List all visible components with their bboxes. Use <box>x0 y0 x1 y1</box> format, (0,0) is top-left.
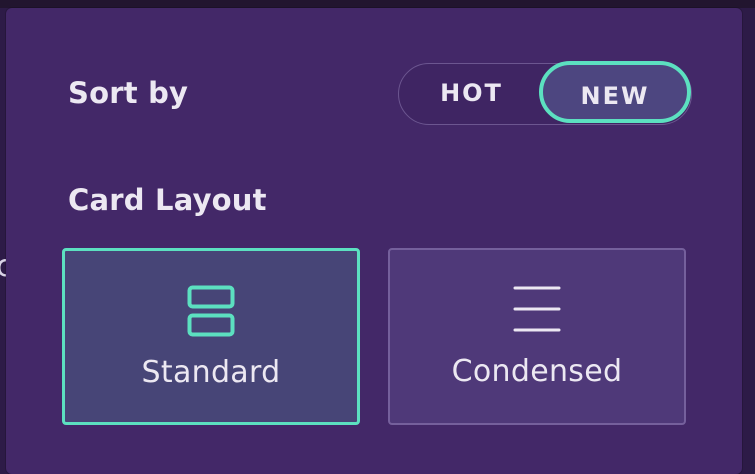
layout-standard-card[interactable]: Standard <box>62 248 360 425</box>
layout-condensed-card[interactable]: Condensed <box>388 248 686 425</box>
popover-caret <box>649 8 671 17</box>
sort-new-option[interactable]: NEW <box>539 61 691 123</box>
condensed-layout-icon <box>513 284 561 340</box>
standard-layout-icon <box>187 285 235 341</box>
sort-toggle: HOT NEW <box>398 61 692 125</box>
sort-hot-option[interactable]: HOT <box>399 64 544 123</box>
layout-standard-label: Standard <box>141 355 281 390</box>
layout-condensed-label: Condensed <box>451 354 623 389</box>
card-layout-label: Card Layout <box>68 183 267 217</box>
top-bar-edge <box>0 0 755 8</box>
sort-by-label: Sort by <box>68 76 189 110</box>
